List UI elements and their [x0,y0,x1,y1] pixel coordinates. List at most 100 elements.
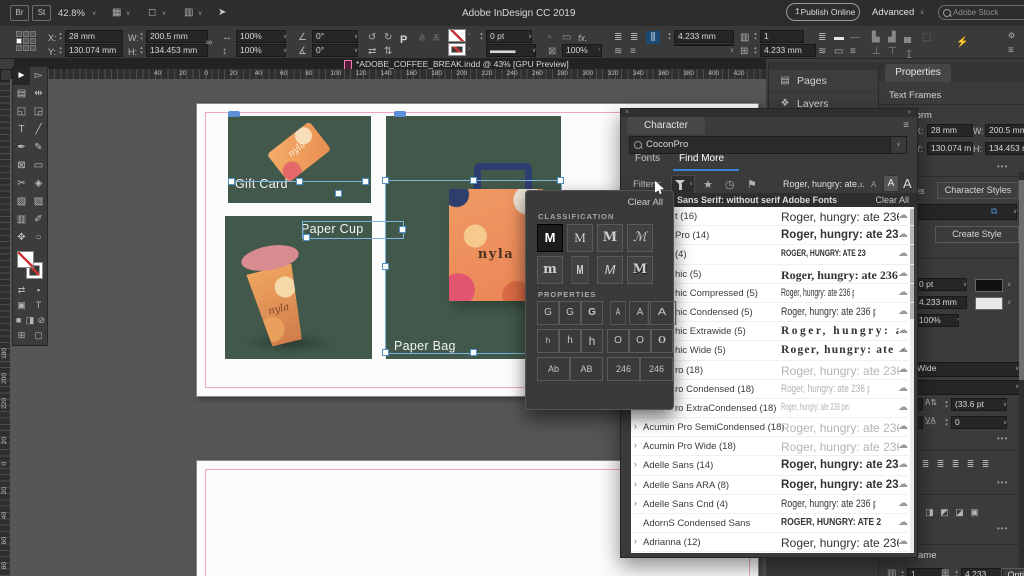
tf-columns-field[interactable]: 1 [907,568,943,576]
panel-scrollbar-thumb[interactable] [1019,180,1024,380]
scale-y-field[interactable]: 100% [236,44,286,57]
space-stepper[interactable]: ▴▾ [666,32,673,42]
panel-scrollbar-track[interactable] [1019,172,1024,568]
stroke-weight-chevron-icon[interactable]: ∨ [528,33,532,40]
swatch-dropdown[interactable] [674,44,734,46]
recent-clock-icon[interactable]: ◷ [725,178,735,191]
classification-handwritten-button[interactable]: M [597,256,623,284]
cloud-download-icon[interactable]: ☁ [898,383,908,394]
property-weight-button-0[interactable]: G [537,301,559,325]
selection-handle[interactable] [470,177,477,184]
text-align-2-icon[interactable]: ≡ [630,46,636,57]
cloud-download-icon[interactable]: ☁ [898,344,908,355]
expand-chevron-icon[interactable]: › [634,440,637,450]
stroke-style-chevron-icon[interactable]: ∨ [532,47,536,54]
document-tab[interactable]: *ADOBE_COFFEE_BREAK.indd @ 43% [GPU Prev… [356,59,569,69]
zoom-level-dropdown[interactable]: 42.8% [58,8,85,19]
fit-frame-to-content-icon[interactable]: ⫼ [646,31,660,44]
cloud-download-icon[interactable]: ☁ [898,364,908,375]
font-list-row[interactable]: ›Adrianna (12)Roger, hungry: ate 236 p☁ [631,533,914,552]
control-gear-icon[interactable]: ⚙ [1008,31,1015,40]
free-transform-tool[interactable]: ◈ [30,175,47,193]
activated-flag-icon[interactable]: ⚑ [747,178,757,191]
stroke-color-well[interactable] [975,279,1003,292]
default-fill-stroke-icon[interactable]: ▪ [30,283,47,298]
selection-handle[interactable] [557,177,564,184]
font-variant-dropdown[interactable] [913,380,1021,395]
font-search-field[interactable]: CoconPro ∨ [629,136,907,154]
formatting-container-button[interactable]: ▣ [13,298,30,313]
workspace-chevron-icon[interactable]: ∨ [920,9,924,16]
selection-handle[interactable] [382,263,389,270]
selection-handle[interactable] [228,178,235,185]
publish-online-button[interactable]: ↥ Publish Online [786,3,860,21]
select-previous-icon[interactable]: ≙ [418,34,426,45]
opacity-field[interactable]: 100% [562,44,602,57]
font-list-row[interactable]: ›Acumin Pro Wide (18)Roger, hungry: ate … [631,437,914,456]
find-more-tab[interactable]: Find More [679,153,724,164]
rotation-chevron-icon[interactable]: ∨ [354,33,358,40]
tint-field[interactable]: 100% [915,314,959,327]
classification-slab-button[interactable]: M [597,224,623,252]
constrain-proportions-icon[interactable]: ∞ [206,37,212,47]
paragraph-align-icon[interactable]: ≣ [978,458,993,470]
flip-horizontal-icon[interactable]: ⇄ [368,46,376,57]
paragraph-align-icon[interactable]: ≣ [963,458,978,470]
frame-tool[interactable]: ⊠ [13,157,30,175]
style-name-input[interactable] [913,204,1017,220]
property-figures-button-0[interactable]: 246 [607,357,640,381]
cloud-download-icon[interactable]: ☁ [898,248,908,259]
direct-selection-tool[interactable]: ▻ [30,67,47,85]
pencil-tool[interactable]: ✎ [30,139,47,157]
font-style-dropdown[interactable]: Wide [913,362,1021,377]
stock-button[interactable]: St [32,5,51,21]
property-xheight-button-1[interactable]: h [559,329,581,353]
classification-condensed-button[interactable]: M [572,256,589,284]
line-tool[interactable]: ╱ [30,121,47,139]
paragraph-align-icon[interactable]: ≣ [948,458,963,470]
shared-style-icon[interactable]: ⧉ [991,206,997,217]
shear-field[interactable]: 0° [312,44,358,57]
y-field[interactable]: 130.074 mm [65,44,123,57]
workspace-menu[interactable]: Advanced [872,7,914,18]
gutter-stepper[interactable]: ▴▾ [752,46,759,56]
anchor-bottom-icon[interactable]: ▄ [904,32,911,43]
character-more-options[interactable]: ••• [997,434,1008,443]
close-icon[interactable]: × [625,109,629,117]
paragraph-align-icon[interactable]: ≣ [918,458,933,470]
collapse-icon[interactable]: » [907,109,911,117]
note-tool[interactable]: ▥ [13,211,30,229]
frame-align-icon[interactable]: ▣ [967,506,982,518]
scale-y-chevron-icon[interactable]: ∨ [283,47,287,54]
fill-color-chevron-icon[interactable]: ∨ [1007,299,1011,306]
property-contrast-button-2[interactable]: O [651,329,673,353]
pen-tool[interactable]: ✒ [13,139,30,157]
paragraph-more-options[interactable]: ••• [997,478,1008,487]
cloud-download-icon[interactable]: ☁ [898,440,908,451]
scissors-tool[interactable]: ✂ [13,175,30,193]
frame-options-icon[interactable]: ⬚ [922,32,931,43]
content-placer-tool[interactable]: ◲ [30,103,47,121]
zoom-tool[interactable]: ○ [30,229,47,247]
select-next-icon[interactable]: ≚ [432,34,440,45]
opacity-chevron-icon[interactable]: › [598,47,600,53]
preview-view-button[interactable]: ▢ [30,328,47,343]
hand-tool[interactable]: ✥ [13,229,30,247]
selection-handle[interactable] [382,349,389,356]
stroke-field-chevron-icon[interactable]: ∨ [963,281,967,288]
frame-more-options[interactable]: ••• [997,524,1008,533]
align-center-vert-icon[interactable]: ≣ [630,32,638,43]
drop-shadow-icon[interactable]: ▫ [548,32,552,43]
h-field[interactable]: 134.453 mm [146,44,208,57]
pointer-mode-icon[interactable]: ➤ [218,7,226,18]
cloud-download-icon[interactable]: ☁ [898,210,908,221]
rotation-field[interactable]: 0° [312,30,358,43]
property-case-button-0[interactable]: Ab [537,357,570,381]
selection-handle[interactable] [362,178,369,185]
rule-icon[interactable]: ▭ [834,46,843,57]
font-search-chevron-icon[interactable]: ∨ [890,137,906,153]
control-menu-icon[interactable]: ≡ [1008,45,1014,56]
frame-align-icon[interactable]: ◩ [937,506,952,518]
cloud-download-icon[interactable]: ☁ [898,536,908,547]
w-field[interactable]: 200.5 mm [146,30,208,43]
